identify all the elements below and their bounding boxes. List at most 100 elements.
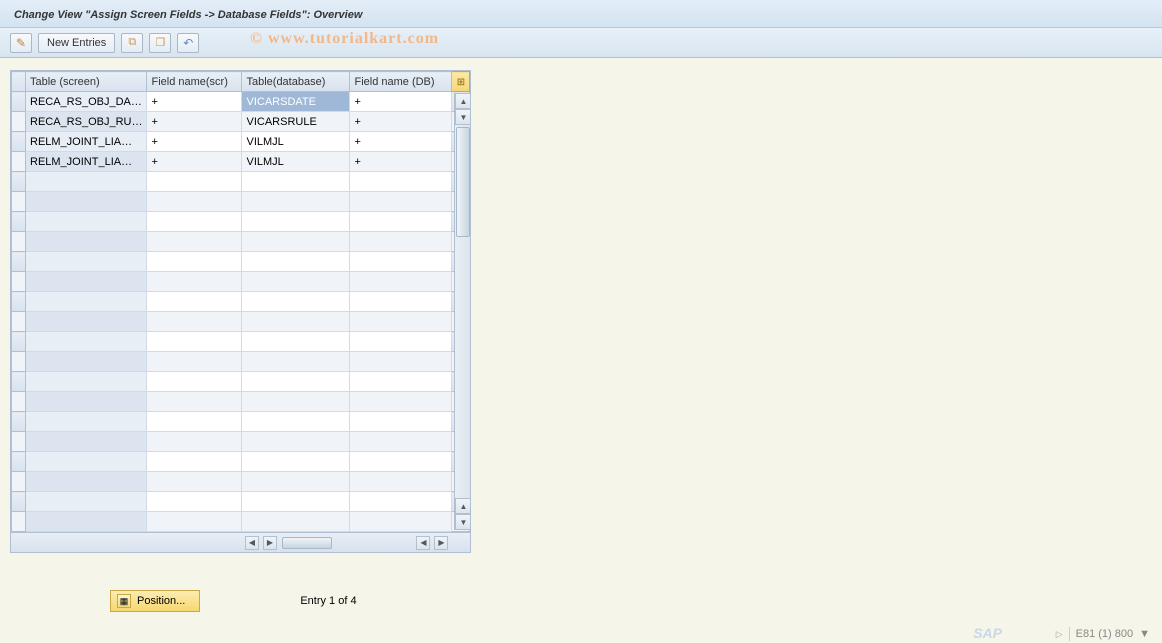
cell[interactable] xyxy=(242,372,350,392)
row-selector[interactable] xyxy=(12,192,26,212)
cell[interactable] xyxy=(350,492,452,512)
cell[interactable]: + xyxy=(147,112,242,132)
vscroll-thumb[interactable] xyxy=(456,127,470,237)
cell[interactable] xyxy=(147,412,242,432)
select-all-header[interactable] xyxy=(12,72,26,92)
cell[interactable]: RELM_JOINT_LIA… xyxy=(26,132,147,152)
cell[interactable] xyxy=(147,252,242,272)
cell[interactable] xyxy=(147,332,242,352)
cell[interactable]: VILMJL xyxy=(242,132,350,152)
cell[interactable] xyxy=(350,372,452,392)
row-selector[interactable] xyxy=(12,152,26,172)
status-expand-icon[interactable] xyxy=(1056,628,1063,640)
row-selector[interactable] xyxy=(12,492,26,512)
cell[interactable] xyxy=(26,512,147,532)
cell[interactable] xyxy=(147,512,242,532)
cell[interactable]: RECA_RS_OBJ_DA… xyxy=(26,92,147,112)
cell[interactable] xyxy=(350,312,452,332)
cell[interactable] xyxy=(26,492,147,512)
cell[interactable]: + xyxy=(350,132,452,152)
cell[interactable] xyxy=(350,432,452,452)
cell[interactable] xyxy=(26,392,147,412)
status-dropdown-icon[interactable]: ▼ xyxy=(1139,628,1150,640)
cell[interactable] xyxy=(350,192,452,212)
copy-as-button[interactable] xyxy=(121,33,143,53)
cell[interactable] xyxy=(350,452,452,472)
cell[interactable] xyxy=(242,192,350,212)
cell[interactable] xyxy=(147,472,242,492)
undo-button[interactable] xyxy=(177,33,199,53)
cell[interactable] xyxy=(147,212,242,232)
cell[interactable]: + xyxy=(147,152,242,172)
cell[interactable] xyxy=(147,292,242,312)
row-selector[interactable] xyxy=(12,352,26,372)
cell[interactable] xyxy=(350,352,452,372)
new-entries-button[interactable]: New Entries xyxy=(38,33,115,53)
cell[interactable]: + xyxy=(147,92,242,112)
cell[interactable] xyxy=(242,332,350,352)
cell[interactable] xyxy=(26,412,147,432)
row-selector[interactable] xyxy=(12,112,26,132)
row-selector[interactable] xyxy=(12,412,26,432)
row-selector[interactable] xyxy=(12,132,26,152)
cell[interactable]: VICARSRULE xyxy=(242,112,350,132)
cell[interactable]: RECA_RS_OBJ_RU… xyxy=(26,112,147,132)
cell[interactable] xyxy=(147,172,242,192)
vscroll-pagedown-top[interactable]: ▼ xyxy=(455,109,471,125)
cell[interactable] xyxy=(26,212,147,232)
row-selector[interactable] xyxy=(12,172,26,192)
cell[interactable] xyxy=(147,232,242,252)
cell[interactable] xyxy=(242,232,350,252)
row-selector[interactable] xyxy=(12,212,26,232)
hscroll-left[interactable]: ◀ xyxy=(245,536,259,550)
col-header-table-database[interactable]: Table(database) xyxy=(242,72,350,92)
cell[interactable] xyxy=(147,312,242,332)
cell[interactable] xyxy=(242,412,350,432)
cell[interactable] xyxy=(147,372,242,392)
cell[interactable] xyxy=(147,452,242,472)
table-settings-button[interactable] xyxy=(452,72,470,92)
cell[interactable] xyxy=(242,512,350,532)
cell[interactable] xyxy=(242,172,350,192)
cell[interactable] xyxy=(26,372,147,392)
cell[interactable] xyxy=(350,332,452,352)
toggle-change-button[interactable] xyxy=(10,33,32,53)
cell[interactable] xyxy=(242,492,350,512)
cell[interactable] xyxy=(350,512,452,532)
cell[interactable]: + xyxy=(350,92,452,112)
cell[interactable] xyxy=(26,172,147,192)
cell[interactable]: VICARSDATE xyxy=(242,92,350,112)
cell[interactable]: + xyxy=(147,132,242,152)
delete-button[interactable] xyxy=(149,33,171,53)
vscroll-pageup-bot[interactable]: ▲ xyxy=(455,498,471,514)
hscroll-left2[interactable]: ◀ xyxy=(416,536,430,550)
row-selector[interactable] xyxy=(12,92,26,112)
vscroll-down[interactable]: ▼ xyxy=(455,514,471,530)
cell[interactable] xyxy=(26,272,147,292)
cell[interactable] xyxy=(242,292,350,312)
cell[interactable] xyxy=(242,212,350,232)
cell[interactable] xyxy=(26,332,147,352)
row-selector[interactable] xyxy=(12,372,26,392)
cell[interactable] xyxy=(147,492,242,512)
cell[interactable] xyxy=(26,312,147,332)
cell[interactable] xyxy=(242,272,350,292)
cell[interactable] xyxy=(350,292,452,312)
cell[interactable] xyxy=(147,272,242,292)
cell[interactable] xyxy=(147,432,242,452)
cell[interactable] xyxy=(147,352,242,372)
cell[interactable] xyxy=(242,352,350,372)
row-selector[interactable] xyxy=(12,392,26,412)
col-header-table-screen[interactable]: Table (screen) xyxy=(26,72,147,92)
cell[interactable] xyxy=(350,472,452,492)
row-selector[interactable] xyxy=(12,292,26,312)
row-selector[interactable] xyxy=(12,512,26,532)
cell[interactable] xyxy=(242,252,350,272)
cell[interactable] xyxy=(350,172,452,192)
cell[interactable] xyxy=(26,432,147,452)
row-selector[interactable] xyxy=(12,432,26,452)
cell[interactable] xyxy=(350,212,452,232)
row-selector[interactable] xyxy=(12,452,26,472)
cell[interactable] xyxy=(242,432,350,452)
cell[interactable] xyxy=(147,192,242,212)
